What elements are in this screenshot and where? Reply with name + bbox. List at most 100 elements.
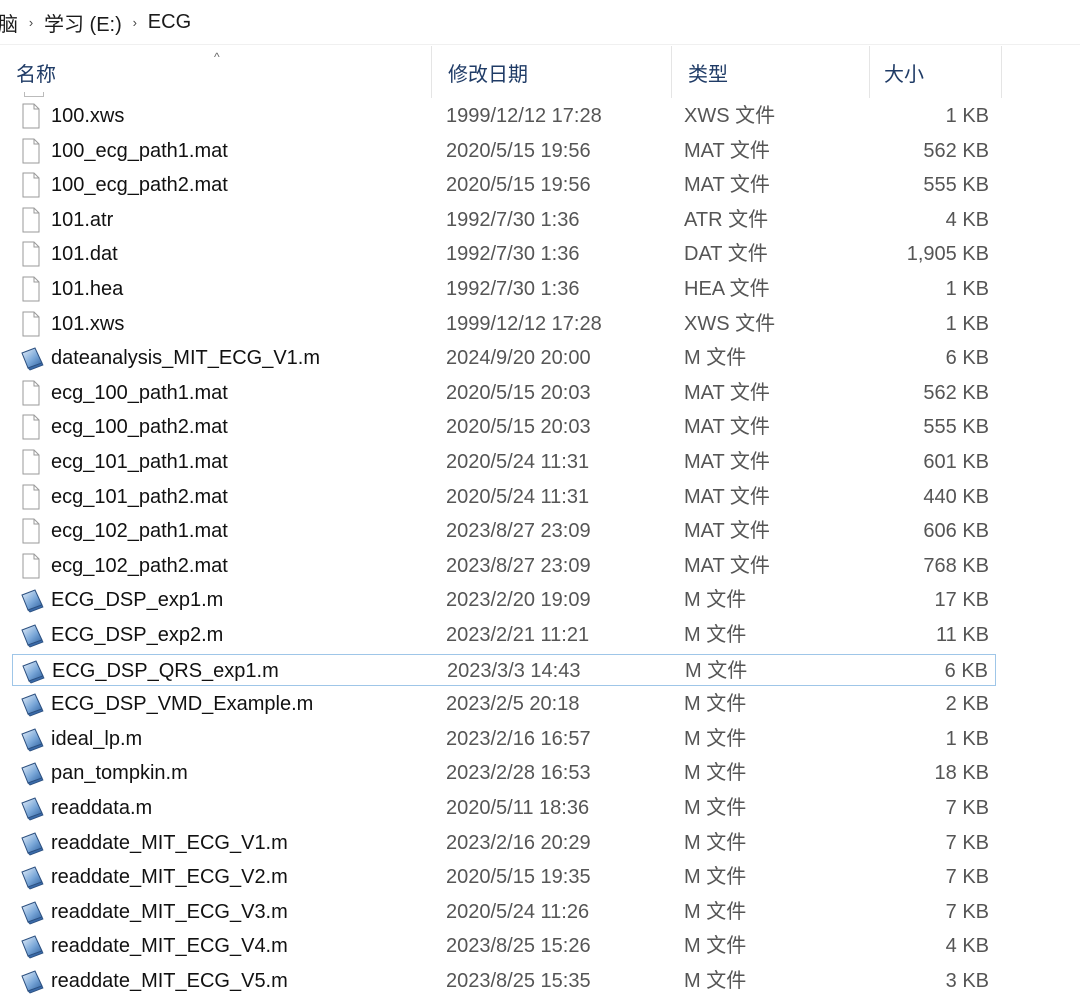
file-row[interactable]: ecg_101_path2.mat 2020/5/24 11:31 MAT 文件 44…: [12, 481, 996, 513]
matlab-file-icon: [20, 864, 44, 890]
file-size: 440 KB: [923, 485, 989, 508]
file-type: M 文件: [684, 797, 747, 819]
file-type: XWS 文件: [684, 105, 776, 127]
file-name: ECG_DSP_exp1.m: [51, 589, 224, 612]
file-size: 768 KB: [923, 554, 989, 577]
file-size: 562 KB: [923, 139, 989, 162]
file-row[interactable]: dateanalysis_MIT_ECG_V1.m 2024/9/20 20:00…: [12, 342, 996, 374]
file-name: ecg_102_path1.mat: [51, 520, 228, 543]
matlab-file-icon: [20, 587, 44, 613]
file-row[interactable]: readdate_MIT_ECG_V5.m 2023/8/25 15:35 M 文件…: [12, 965, 996, 997]
file-size: 6 KB: [945, 347, 989, 370]
file-date-modified: 1999/12/12 17:28: [446, 105, 602, 127]
file-row[interactable]: ECG_DSP_exp2.m 2023/2/21 11:21 M 文件 11 KB: [12, 619, 996, 651]
file-date-modified: 2023/8/25 15:26: [446, 935, 591, 958]
file-size: 555 KB: [923, 416, 989, 439]
file-date-modified: 2023/2/16 16:57: [446, 727, 591, 750]
file-name: readdate_MIT_ECG_V3.m: [51, 900, 288, 923]
file-type: M 文件: [684, 866, 747, 889]
file-date-modified: 2023/8/25 15:35: [446, 970, 591, 992]
sort-ascending-icon: ^: [214, 50, 220, 64]
file-row[interactable]: ecg_100_path1.mat 2020/5/15 20:03 MAT 文件 56…: [12, 377, 996, 409]
breadcrumb-item-drive-e[interactable]: 学习 (E:): [42, 8, 124, 37]
file-size: 601 KB: [923, 451, 989, 473]
file-size: 7 KB: [945, 797, 989, 819]
file-size: 555 KB: [923, 174, 989, 197]
file-row[interactable]: ecg_102_path2.mat 2023/8/27 23:09 MAT 文件 76…: [12, 550, 996, 582]
file-size: 1,905 KB: [906, 243, 989, 266]
file-name: readdate_MIT_ECG_V1.m: [51, 831, 288, 854]
column-header-size[interactable]: 大小: [868, 46, 1002, 98]
file-row[interactable]: ECG_DSP_exp1.m 2023/2/20 19:09 M 文件 17 KB: [12, 584, 996, 616]
file-row[interactable]: 101.xws 1999/12/12 17:28 XWS 文件 1 KB: [12, 308, 996, 340]
document-icon: [20, 380, 42, 406]
file-date-modified: 2023/2/28 16:53: [446, 762, 591, 785]
file-type: DAT 文件: [684, 243, 768, 266]
file-type: M 文件: [684, 970, 747, 992]
file-row[interactable]: 101.dat 1992/7/30 1:36 DAT 文件 1,905 KB: [12, 238, 996, 270]
matlab-file-icon: [20, 345, 44, 371]
file-size: 6 KB: [944, 659, 988, 682]
file-type: MAT 文件: [684, 554, 770, 577]
file-row[interactable]: 101.hea 1992/7/30 1:36 HEA 文件 1 KB: [12, 273, 996, 305]
file-date-modified: 2020/5/15 19:35: [446, 866, 591, 889]
file-type: M 文件: [684, 347, 747, 370]
file-row[interactable]: pan_tompkin.m 2023/2/28 16:53 M 文件 18 KB: [12, 757, 996, 789]
column-header-date[interactable]: 修改日期: [432, 46, 672, 98]
file-name: readdate_MIT_ECG_V5.m: [51, 970, 288, 992]
file-size: 1 KB: [945, 727, 989, 750]
file-date-modified: 2020/5/24 11:31: [446, 485, 590, 508]
file-row[interactable]: ECG_DSP_QRS_exp1.m 2023/3/3 14:43 M 文件 6 KB: [12, 653, 996, 686]
file-row[interactable]: 100.xws 1999/12/12 17:28 XWS 文件 1 KB: [12, 100, 996, 132]
file-date-modified: 2020/5/24 11:26: [446, 900, 590, 923]
file-row[interactable]: readdate_MIT_ECG_V3.m 2020/5/24 11:26 M 文件…: [12, 896, 996, 928]
file-type: XWS 文件: [684, 312, 776, 335]
file-name: ECG_DSP_exp2.m: [51, 624, 224, 646]
breadcrumb-item-this-pc[interactable]: 脑: [0, 8, 20, 37]
matlab-file-icon: [20, 622, 44, 648]
file-size: 4 KB: [945, 935, 989, 958]
column-header-type[interactable]: 类型: [672, 46, 870, 98]
file-row[interactable]: ecg_101_path1.mat 2020/5/24 11:31 MAT 文件 60…: [12, 446, 996, 478]
file-type: MAT 文件: [684, 520, 770, 543]
file-name: readdata.m: [51, 797, 153, 819]
file-row[interactable]: readdate_MIT_ECG_V1.m 2023/2/16 20:29 M 文件…: [12, 827, 996, 859]
breadcrumb-item-ecg[interactable]: ECG: [146, 11, 193, 34]
breadcrumb: 脑 › 学习 (E:) › ECG: [0, 0, 1080, 45]
file-date-modified: 2020/5/11 18:36: [446, 797, 590, 819]
column-header-size-label: 大小: [884, 63, 924, 86]
file-size: 606 KB: [923, 520, 989, 543]
file-row[interactable]: readdate_MIT_ECG_V4.m 2023/8/25 15:26 M 文件…: [12, 930, 996, 962]
file-row[interactable]: 101.atr 1992/7/30 1:36 ATR 文件 4 KB: [12, 204, 996, 236]
file-date-modified: 1992/7/30 1:36: [446, 243, 580, 266]
file-size: 1 KB: [945, 312, 989, 335]
column-header-name[interactable]: 名称 ^: [0, 46, 432, 98]
file-size: 7 KB: [945, 866, 989, 889]
matlab-file-icon: [21, 658, 45, 684]
file-row[interactable]: 100_ecg_path2.mat 2020/5/15 19:56 MAT 文件 55…: [12, 169, 996, 201]
file-row[interactable]: ECG_DSP_VMD_Example.m 2023/2/5 20:18 M 文件 2…: [12, 688, 996, 720]
file-type: M 文件: [684, 762, 747, 785]
file-row[interactable]: ideal_lp.m 2023/2/16 16:57 M 文件 1 KB: [12, 723, 996, 755]
file-date-modified: 2020/5/15 19:56: [446, 174, 591, 197]
file-size: 7 KB: [945, 831, 989, 854]
document-icon: [20, 449, 42, 475]
document-icon: [20, 138, 42, 164]
file-date-modified: 2023/2/16 20:29: [446, 831, 591, 854]
chevron-right-icon[interactable]: ›: [20, 15, 42, 30]
file-date-modified: 2024/9/20 20:00: [446, 347, 591, 370]
file-type: MAT 文件: [684, 451, 770, 473]
file-date-modified: 2023/2/21 11:21: [446, 624, 590, 646]
file-row[interactable]: readdata.m 2020/5/11 18:36 M 文件 7 KB: [12, 792, 996, 824]
file-row[interactable]: ecg_100_path2.mat 2020/5/15 20:03 MAT 文件 55…: [12, 411, 996, 443]
file-row[interactable]: 100_ecg_path1.mat 2020/5/15 19:56 MAT 文件 56…: [12, 135, 996, 167]
file-row[interactable]: readdate_MIT_ECG_V2.m 2020/5/15 19:35 M 文件…: [12, 861, 996, 893]
document-icon: [20, 103, 42, 129]
file-size: 2 KB: [945, 693, 989, 716]
file-name: ECG_DSP_QRS_exp1.m: [52, 659, 279, 682]
chevron-right-icon[interactable]: ›: [124, 15, 146, 30]
document-icon: [20, 484, 42, 510]
file-name: ecg_100_path2.mat: [51, 416, 228, 439]
file-name: ECG_DSP_VMD_Example.m: [51, 693, 314, 716]
file-row[interactable]: ecg_102_path1.mat 2023/8/27 23:09 MAT 文件 60…: [12, 515, 996, 547]
